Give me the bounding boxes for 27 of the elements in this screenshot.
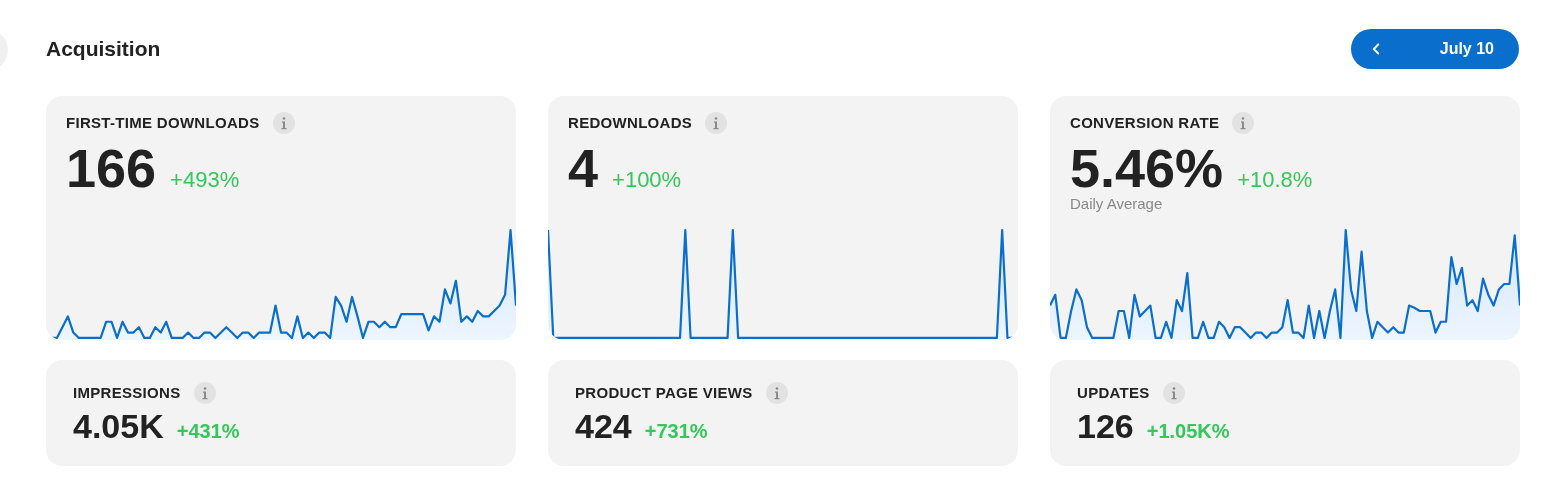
summary-change: +1.05K% [1146,418,1230,444]
metric-value: 166 [66,136,157,199]
summary-value: 424 [575,405,632,446]
info-icon[interactable] [765,382,788,405]
info-icon[interactable] [193,382,216,405]
summary-value: 4.05K [73,405,164,446]
section-title: Acquisition [46,36,161,63]
metric-label: CONVERSION RATE [1070,113,1220,133]
info-icon[interactable] [1162,382,1185,405]
summary-change: +431% [176,418,240,444]
date-button[interactable]: July 10 [1351,29,1519,69]
metric-change: +100% [612,165,682,194]
info-icon[interactable] [1232,112,1255,135]
summary-label: UPDATES [1077,383,1150,403]
summary-change: +731% [644,418,708,444]
info-icon[interactable] [272,112,295,135]
summary-label: PRODUCT PAGE VIEWS [575,383,753,403]
info-icon[interactable] [705,112,728,135]
metric-label: REDOWNLOADS [568,113,693,133]
summary-value: 126 [1077,405,1134,446]
summary-label: IMPRESSIONS [73,383,181,403]
metric-value: 5.46% [1070,136,1224,198]
metric-value: 4 [568,136,599,199]
metric-change: +10.8% [1237,165,1313,194]
metric-label: FIRST-TIME DOWNLOADS [66,113,260,133]
metric-note: Daily Average [1070,195,1164,212]
metric-change: +493% [170,165,240,194]
